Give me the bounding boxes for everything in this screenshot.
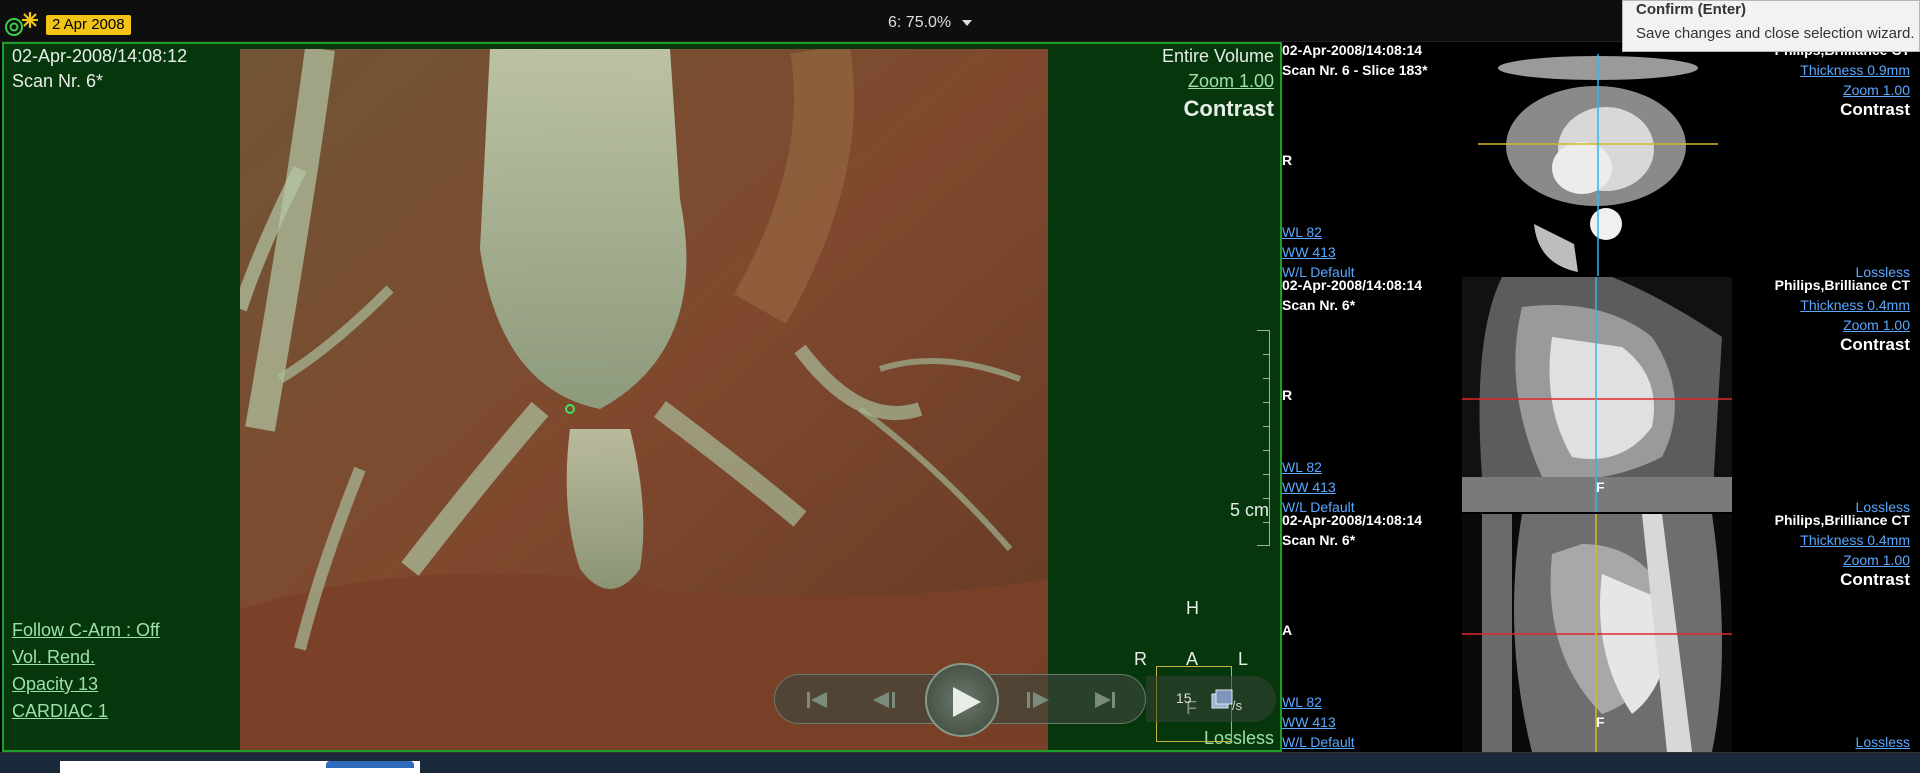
fps-unit: /s bbox=[1232, 698, 1243, 713]
render-mode-link[interactable]: Vol. Rend. bbox=[12, 647, 95, 668]
orientation-right: L bbox=[1238, 649, 1249, 669]
chevron-down-icon[interactable] bbox=[962, 20, 972, 26]
window-level-link[interactable]: WL 82 bbox=[1282, 694, 1322, 710]
compression-label: Lossless bbox=[1855, 499, 1910, 512]
playback-bar bbox=[774, 663, 1146, 737]
follow-carm-link[interactable]: Follow C-Arm : Off bbox=[12, 620, 160, 641]
compression-label: Lossless bbox=[1855, 734, 1910, 750]
window-width-link[interactable]: WW 413 bbox=[1282, 244, 1336, 260]
tooltip-title: Confirm (Enter) bbox=[1636, 1, 1746, 18]
acquisition-datetime: 02-Apr-2008/14:08:12 bbox=[12, 46, 188, 66]
date-badge[interactable]: 2 Apr 2008 bbox=[46, 15, 131, 35]
taskbar-window-tab[interactable] bbox=[326, 761, 414, 768]
side-marker: R bbox=[1282, 152, 1293, 168]
taskbar bbox=[0, 752, 1920, 773]
zoom-link[interactable]: Zoom 1.00 bbox=[1843, 82, 1910, 98]
orientation-top: H bbox=[1186, 598, 1199, 618]
panel-scan: Scan Nr. 6* bbox=[1282, 297, 1356, 313]
compression-label: Lossless bbox=[1855, 264, 1910, 277]
app-logo-icon[interactable] bbox=[4, 10, 38, 36]
panel-scan: Scan Nr. 6 - Slice 183* bbox=[1282, 62, 1428, 78]
scale-label: 5 cm bbox=[1230, 500, 1270, 520]
orientation-center: A bbox=[1186, 649, 1199, 669]
bottom-marker: F bbox=[1596, 714, 1605, 730]
last-frame-icon[interactable] bbox=[1087, 686, 1123, 714]
axial-slice-image bbox=[1478, 54, 1718, 276]
thickness-link[interactable]: Thickness 0.4mm bbox=[1800, 532, 1910, 548]
panel-datetime: 02-Apr-2008/14:08:14 bbox=[1282, 277, 1423, 293]
zoom-link[interactable]: Zoom 1.00 bbox=[1843, 552, 1910, 568]
side-marker: A bbox=[1282, 622, 1293, 638]
zoom-link[interactable]: Zoom 1.00 bbox=[1843, 317, 1910, 333]
tooltip-description: Save changes and close selection wizard. bbox=[1636, 25, 1915, 42]
thickness-link[interactable]: Thickness 0.4mm bbox=[1800, 297, 1910, 313]
preset-label: Contrast bbox=[1840, 335, 1910, 354]
frame-rate-control[interactable]: 15 /s bbox=[1146, 676, 1276, 722]
opacity-link[interactable]: Opacity 13 bbox=[12, 674, 98, 695]
play-button[interactable] bbox=[925, 663, 999, 737]
first-frame-icon[interactable] bbox=[799, 686, 835, 714]
bottom-marker: F bbox=[1596, 479, 1605, 495]
wl-preset-link[interactable]: W/L Default bbox=[1282, 499, 1355, 512]
play-icon bbox=[953, 687, 981, 717]
axial-view-panel[interactable]: 02-Apr-2008/14:08:14 Scan Nr. 6 - Slice … bbox=[1282, 42, 1920, 277]
orientation-left: R bbox=[1134, 649, 1147, 669]
window-width-link[interactable]: WW 413 bbox=[1282, 714, 1336, 730]
panel-datetime: 02-Apr-2008/14:08:14 bbox=[1282, 512, 1423, 528]
window-level-link[interactable]: WL 82 bbox=[1282, 459, 1322, 475]
preset-label: Contrast bbox=[1183, 96, 1274, 121]
confirm-tooltip: Confirm (Enter) Save changes and close s… bbox=[1622, 0, 1920, 52]
volume-render-viewport[interactable]: 02-Apr-2008/14:08:12 Scan Nr. 6* Entire … bbox=[2, 42, 1282, 752]
protocol-link[interactable]: CARDIAC 1 bbox=[12, 701, 108, 722]
window-level-link[interactable]: WL 82 bbox=[1282, 224, 1322, 240]
volume-render-image bbox=[240, 49, 1048, 750]
preset-label: Contrast bbox=[1840, 570, 1910, 589]
window-width-link[interactable]: WW 413 bbox=[1282, 479, 1336, 495]
panel-manufacturer: Philips,Brilliance CT bbox=[1774, 512, 1910, 528]
panel-manufacturer: Philips,Brilliance CT bbox=[1774, 277, 1910, 293]
side-marker: R bbox=[1282, 387, 1293, 403]
coronal-view-panel[interactable]: 02-Apr-2008/14:08:14 Scan Nr. 6* Philips… bbox=[1282, 277, 1920, 512]
panel-datetime: 02-Apr-2008/14:08:14 bbox=[1282, 42, 1423, 58]
sagittal-view-panel[interactable]: 02-Apr-2008/14:08:14 Scan Nr. 6* Philips… bbox=[1282, 512, 1920, 752]
previous-frame-icon[interactable] bbox=[867, 686, 903, 714]
next-frame-icon[interactable] bbox=[1019, 686, 1055, 714]
thickness-link[interactable]: Thickness 0.9mm bbox=[1800, 62, 1910, 78]
wl-preset-link[interactable]: W/L Default bbox=[1282, 734, 1355, 750]
scan-label: Scan Nr. 6* bbox=[12, 71, 104, 91]
preset-label: Contrast bbox=[1840, 100, 1910, 119]
volume-label: Entire Volume bbox=[1161, 46, 1274, 66]
fps-value: 15 bbox=[1176, 690, 1192, 706]
zoom-link[interactable]: Zoom 1.00 bbox=[1188, 71, 1274, 92]
coronal-slice-image bbox=[1462, 277, 1732, 512]
panel-scan: Scan Nr. 6* bbox=[1282, 532, 1356, 548]
wl-preset-link[interactable]: W/L Default bbox=[1282, 264, 1355, 277]
layout-zoom-selector[interactable]: 6: 75.0% bbox=[888, 14, 951, 32]
